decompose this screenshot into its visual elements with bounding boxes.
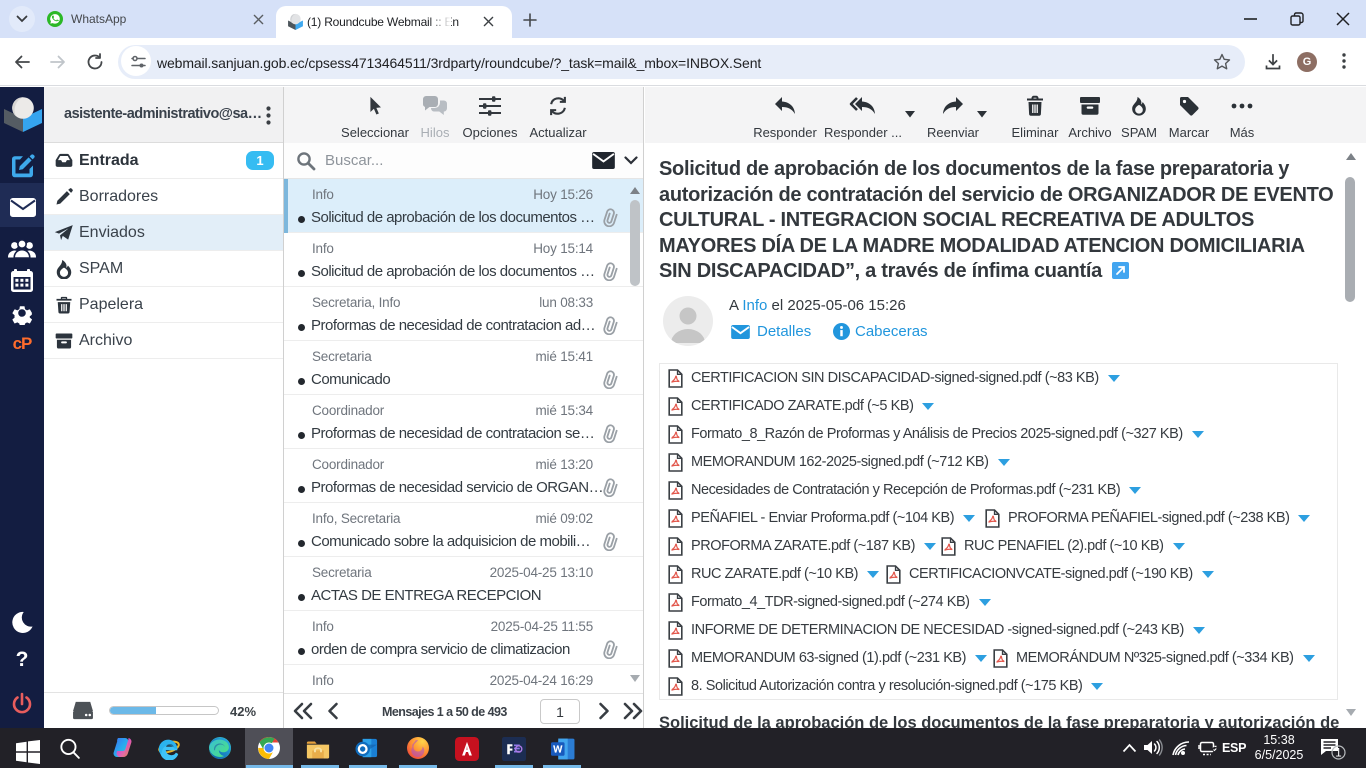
svg-text:1: 1	[1335, 748, 1341, 760]
